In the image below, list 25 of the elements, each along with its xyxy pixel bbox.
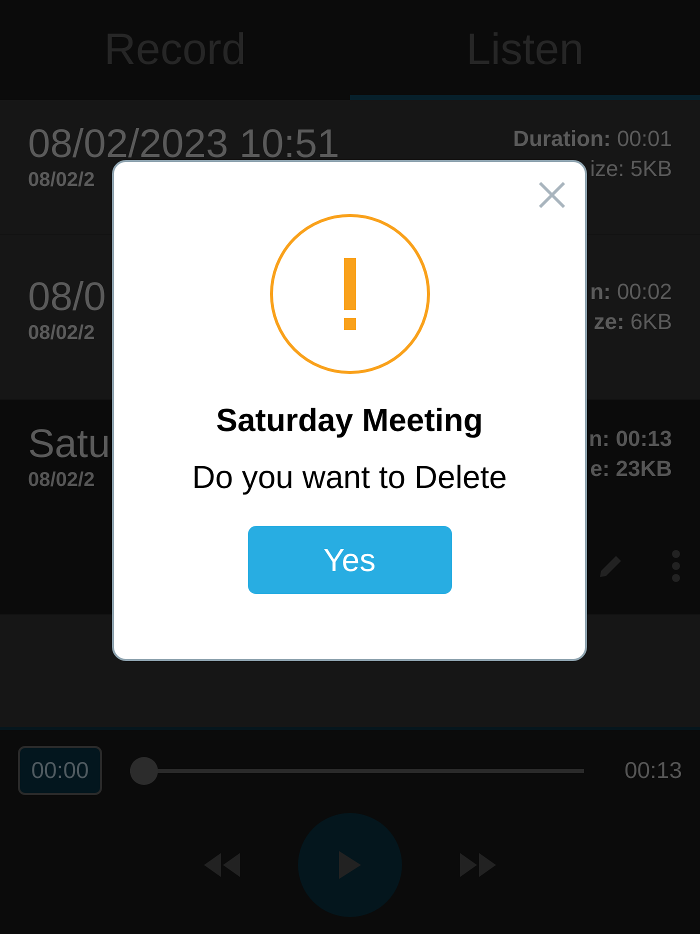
yes-button[interactable]: Yes xyxy=(248,526,452,594)
recording-duration: n: 00:13 xyxy=(588,426,672,452)
recording-date: 08/02/2 xyxy=(28,169,96,192)
recording-duration: Duration: 00:01 xyxy=(513,126,672,152)
more-icon[interactable] xyxy=(672,550,680,582)
recording-date: 08/02/2 xyxy=(28,322,96,345)
fast-forward-icon[interactable] xyxy=(460,853,496,877)
close-icon xyxy=(539,182,565,208)
rewind-icon[interactable] xyxy=(204,853,240,877)
warning-icon xyxy=(270,214,430,374)
recording-title: 08/02/2023 10:51 xyxy=(28,122,340,167)
recording-size: e: 23KB xyxy=(590,456,672,482)
recording-title: 08/0 xyxy=(28,275,106,320)
current-time: 00:00 xyxy=(18,746,102,795)
recording-title: Satu xyxy=(28,422,110,467)
close-button[interactable] xyxy=(539,182,565,208)
play-icon xyxy=(339,851,361,879)
recording-date: 08/02/2 xyxy=(28,469,96,492)
slider-thumb[interactable] xyxy=(130,756,158,784)
total-time: 00:13 xyxy=(624,757,682,784)
dialog-title: Saturday Meeting xyxy=(216,402,483,439)
dialog-message: Do you want to Delete xyxy=(192,459,507,496)
recording-size: ize: 5KB xyxy=(590,156,672,182)
recording-size: ze: 6KB xyxy=(594,309,672,335)
recording-duration: n: 00:02 xyxy=(590,279,672,305)
